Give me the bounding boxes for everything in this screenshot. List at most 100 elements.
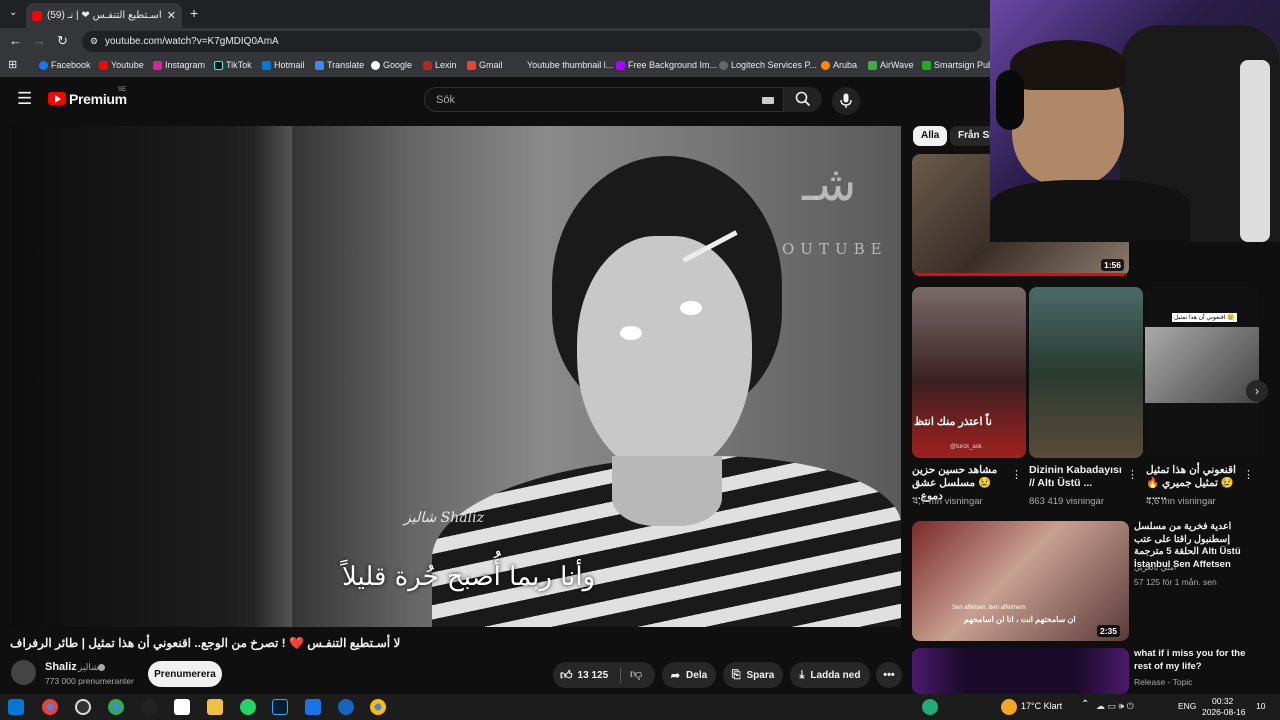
clock-date[interactable]: 2026-08-16 — [1202, 707, 1245, 717]
windows-start-icon[interactable] — [8, 699, 24, 715]
bookmark-icon: ⎘ — [731, 668, 741, 681]
instagram-icon — [153, 60, 162, 70]
bookmark-gmail[interactable]: Gmail — [467, 60, 503, 70]
tab-search-icon[interactable]: ⌄ — [9, 7, 17, 18]
neck-shape — [612, 456, 722, 526]
smartsign-icon — [922, 60, 931, 70]
chrome-taskbar-icon[interactable] — [42, 699, 58, 715]
recommended-meta-1: 57 125 för 1 mån. sen — [1134, 577, 1217, 587]
short-thumbnail-3[interactable]: اقنعوني أن هذا تمثيل 😢 — [1145, 287, 1259, 458]
circle-app-taskbar-icon[interactable] — [338, 699, 354, 715]
browser-tab-active[interactable]: (59) لا أسـتطيع التنفـس ❤ | نـ ✕ — [26, 3, 182, 28]
capcut-taskbar-icon[interactable] — [174, 699, 190, 715]
obs-taskbar-icon[interactable] — [75, 699, 91, 715]
menu-icon[interactable]: ☰ — [17, 90, 32, 107]
recommended-thumbnail-1[interactable]: Sen affetsen, ben affetmem ان سامحتهم ان… — [912, 521, 1129, 641]
channel-avatar[interactable] — [11, 660, 36, 685]
short-caption-1: ناً اعتذر منك انتظ — [914, 416, 992, 428]
short-thumbnail-1[interactable]: ناً اعتذر منك انتظ @turck_ask — [912, 287, 1026, 458]
webcam-overlay — [990, 0, 1280, 242]
short-views-2: 863 419 visningar — [1029, 496, 1104, 507]
bookmark-lexin[interactable]: Lexin — [423, 60, 457, 70]
apps-icon[interactable]: ⊞ — [8, 58, 17, 71]
aruba-icon — [821, 60, 830, 70]
reload-icon[interactable]: ↻ — [57, 33, 68, 49]
recommended-caption-1: ان سامحتهم انت ، انا لن اسامحهم — [964, 615, 1076, 624]
recommended-channel-1[interactable]: أمني بالعربي — [1134, 563, 1176, 572]
chrome-alt-taskbar-icon[interactable] — [370, 699, 386, 715]
download-icon: ⤓ — [799, 668, 805, 681]
premium-logo-text: Premium — [69, 91, 127, 107]
url-text: youtube.com/watch?v=K7gMDIQ0AmA — [105, 36, 279, 47]
airwave-icon — [868, 60, 877, 70]
short-menu-1[interactable]: ⋮ — [1011, 468, 1022, 481]
face-shape — [577, 236, 752, 476]
like-button[interactable]: 👍︎ 13 125 — [560, 666, 608, 684]
more-actions-button[interactable]: ••• — [876, 662, 902, 688]
bookmark-youtube-thumbnail[interactable]: Youtube thumbnail l... — [527, 60, 613, 70]
thumbs-up-icon: 👍︎ — [560, 667, 573, 682]
keyboard-icon[interactable] — [762, 97, 774, 104]
forward-icon[interactable]: → — [33, 33, 46, 48]
short-title-2[interactable]: Dizinin Kabadayısı // Altı Üstü ... — [1029, 464, 1125, 490]
weather-text[interactable]: 17°C Klart — [1021, 701, 1062, 711]
app-blue-taskbar-icon[interactable] — [305, 699, 321, 715]
site-info-icon[interactable]: ⚙ — [90, 31, 98, 52]
verified-badge-icon — [98, 664, 105, 671]
short-menu-3[interactable]: ⋮ — [1243, 468, 1254, 481]
short-thumbnail-2[interactable] — [1029, 287, 1143, 458]
thumbs-down-icon: 👎︎ — [630, 667, 643, 681]
voice-search-button[interactable] — [832, 87, 860, 115]
subscribe-button[interactable]: Prenumerera — [148, 661, 222, 687]
tray-chevron-icon[interactable]: ⌃ — [1081, 699, 1089, 710]
app-taskbar-icon[interactable] — [141, 699, 157, 715]
save-button[interactable]: ⎘ Spara — [723, 662, 783, 688]
language-indicator[interactable]: ENG — [1178, 701, 1196, 711]
share-button[interactable]: ➦ Dela — [662, 662, 716, 688]
bookmark-youtube[interactable]: Youtube — [99, 60, 144, 70]
download-button[interactable]: ⤓ Ladda ned — [790, 662, 870, 688]
bookmark-aruba[interactable]: Aruba — [821, 60, 857, 70]
bookmark-google[interactable]: Google — [371, 60, 412, 70]
bookmark-logitech[interactable]: Logitech Services P... — [719, 60, 817, 70]
video-title: لا أسـتطيع التنفـس ❤️ ! تصرخ من الوجع.. … — [10, 636, 401, 650]
video-player[interactable]: شـ OUTUBE شاليز Shaliz وأنا ربما أُصبح ح… — [12, 126, 901, 627]
back-icon[interactable]: ← — [9, 33, 22, 48]
youtube-play-triangle-icon — [55, 95, 61, 103]
region-badge: SE — [118, 87, 127, 93]
recommended-caption-en-1: Sen affetsen, ben affetmem — [952, 605, 1026, 611]
tray-icons[interactable]: ☁ ▭ 🕪︎ ⏻ — [1096, 701, 1134, 712]
new-tab-button[interactable]: + — [190, 5, 198, 21]
help-taskbar-icon[interactable] — [922, 699, 938, 715]
bookmark-facebook[interactable]: Facebook — [39, 60, 91, 70]
short-menu-2[interactable]: ⋮ — [1127, 468, 1138, 481]
weather-icon[interactable] — [1001, 699, 1017, 715]
bookmark-hotmail[interactable]: Hotmail — [262, 60, 305, 70]
search-input[interactable]: Sök — [424, 87, 784, 112]
chip-all[interactable]: Alla — [913, 126, 948, 146]
address-bar[interactable]: ⚙ youtube.com/watch?v=K7gMDIQ0AmA — [82, 31, 982, 52]
file-explorer-taskbar-icon[interactable] — [207, 699, 223, 715]
close-tab-icon[interactable]: ✕ — [167, 9, 176, 22]
clock-time[interactable]: 00:32 — [1212, 696, 1233, 706]
notifications-badge[interactable]: 10 — [1256, 701, 1265, 711]
recommended-title-2[interactable]: what if i miss you for the rest of my li… — [1134, 648, 1264, 673]
search-button[interactable] — [784, 87, 822, 112]
recommended-thumbnail-2[interactable] — [912, 648, 1129, 694]
shorts-next-button[interactable]: › — [1246, 380, 1268, 402]
recommended-channel-2[interactable]: Release - Topic — [1134, 677, 1192, 687]
channel-name[interactable]: Shaliz — [45, 661, 77, 673]
dislike-button[interactable]: 👎︎ — [630, 667, 642, 682]
bookmark-airwave[interactable]: AirWave — [868, 60, 914, 70]
bookmark-instagram[interactable]: Instagram — [153, 60, 205, 70]
whatsapp-taskbar-icon[interactable] — [240, 699, 256, 715]
bookmark-free-background[interactable]: Free Background Im... — [616, 60, 717, 70]
bookmark-smartsign[interactable]: Smartsign Publ — [922, 60, 995, 70]
bookmark-tiktok[interactable]: TikTok — [214, 60, 252, 70]
photoshop-taskbar-icon[interactable] — [272, 699, 288, 715]
chrome-profile-taskbar-icon[interactable] — [108, 699, 124, 715]
door-shadow — [252, 126, 292, 627]
bookmark-translate[interactable]: Translate — [315, 60, 364, 70]
right-eye — [680, 301, 702, 315]
short-views-3: 4,6 mn visningar — [1146, 496, 1216, 507]
